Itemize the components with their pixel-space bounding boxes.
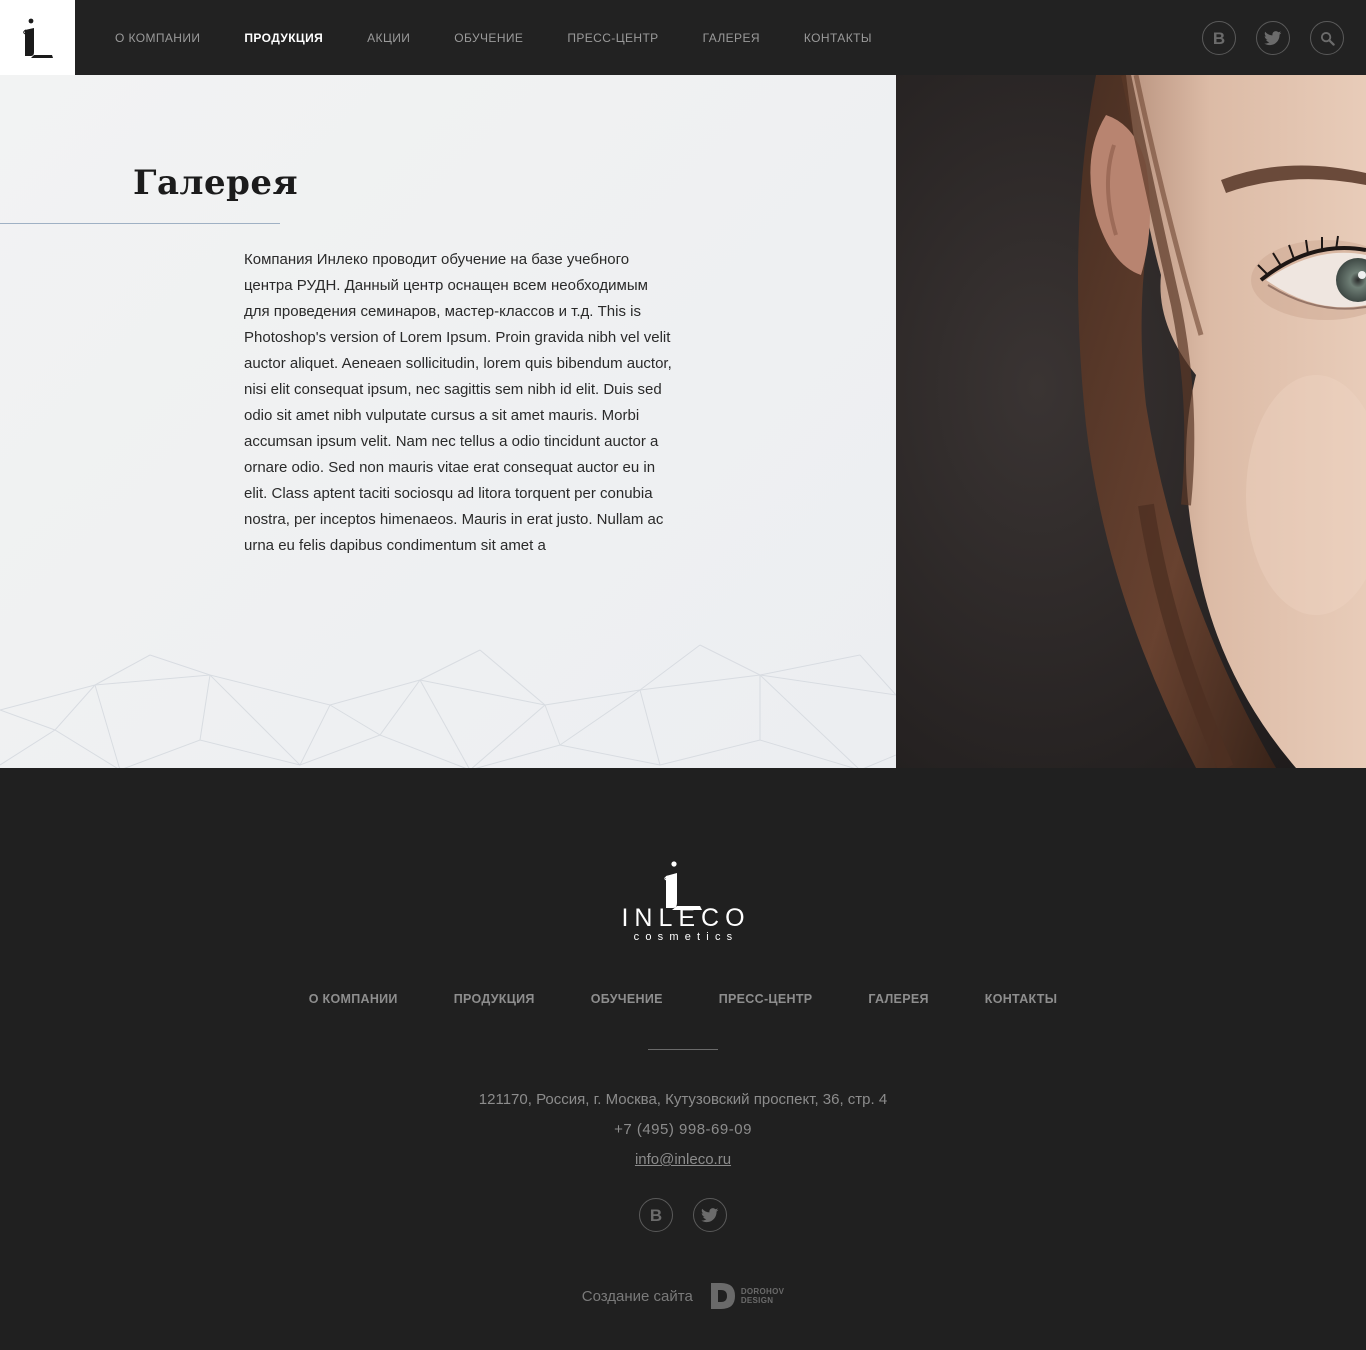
polygon-mesh-decoration bbox=[0, 644, 896, 768]
footer-nav-training[interactable]: Обучение bbox=[591, 992, 663, 1006]
nav-item-products[interactable]: Продукция bbox=[244, 31, 323, 45]
dorohov-design-logo[interactable]: DOROHOV DESIGN bbox=[710, 1283, 784, 1309]
twitter-button[interactable] bbox=[1256, 21, 1290, 55]
footer-brand-name: INLECO bbox=[621, 904, 751, 932]
dorohov-design-wordmark: DOROHOV DESIGN bbox=[741, 1287, 784, 1305]
nav-item-press[interactable]: Пресс-центр bbox=[567, 31, 658, 45]
vk-button[interactable]: В bbox=[1202, 21, 1236, 55]
credit-brand-line2: DESIGN bbox=[740, 1296, 774, 1305]
site-logo[interactable] bbox=[0, 0, 75, 75]
nav-item-training[interactable]: Обучение bbox=[454, 31, 523, 45]
header-actions: В bbox=[1182, 21, 1344, 55]
footer-email-link[interactable]: info@inleco.ru bbox=[635, 1151, 731, 1168]
logo-mark-icon bbox=[23, 18, 53, 58]
nav-item-gallery[interactable]: Галерея bbox=[703, 31, 760, 45]
intro-text: Компания Инлеко проводит обучение на баз… bbox=[244, 251, 672, 554]
footer-phone[interactable]: +7 (495) 998-69-09 bbox=[0, 1121, 1366, 1138]
title-underline bbox=[0, 223, 280, 224]
footer-nav-products[interactable]: Продукция bbox=[454, 992, 535, 1006]
hero-text-panel: Галерея Компания Инлеко проводит обучени… bbox=[0, 75, 896, 768]
footer-twitter-button[interactable] bbox=[693, 1198, 727, 1232]
site-footer: INLECO cosmetics О компании Продукция Об… bbox=[0, 768, 1366, 1350]
footer-nav-contacts[interactable]: Контакты bbox=[985, 992, 1057, 1006]
footer-nav-press[interactable]: Пресс-центр bbox=[719, 992, 813, 1006]
main-nav: О компании Продукция Акции Обучение Прес… bbox=[115, 0, 916, 75]
footer-email-line: info@inleco.ru bbox=[0, 1151, 1366, 1168]
footer-nav: О компании Продукция Обучение Пресс-цент… bbox=[0, 992, 1366, 1006]
dorohov-d-icon bbox=[710, 1283, 735, 1309]
twitter-icon bbox=[701, 1207, 719, 1222]
credit-text: Создание сайта bbox=[581, 1287, 693, 1305]
nav-item-about[interactable]: О компании bbox=[115, 31, 200, 45]
vk-icon: В bbox=[1212, 28, 1226, 48]
footer-vk-button[interactable]: В bbox=[639, 1198, 673, 1232]
nav-item-promo[interactable]: Акции bbox=[367, 31, 410, 45]
footer-brand-sub: cosmetics bbox=[633, 931, 739, 943]
hero-portrait-image bbox=[896, 75, 1366, 768]
vk-icon: В bbox=[649, 1205, 663, 1225]
credit-brand-line1: DOROHOV bbox=[740, 1287, 785, 1296]
footer-credit: Создание сайта DOROHOV DESIGN bbox=[0, 1283, 1366, 1309]
footer-divider bbox=[648, 1049, 718, 1050]
nav-item-contacts[interactable]: Контакты bbox=[804, 31, 872, 45]
hero-section: Галерея Компания Инлеко проводит обучени… bbox=[0, 75, 1366, 768]
footer-address: 121170, Россия, г. Москва, Кутузовский п… bbox=[478, 1091, 888, 1108]
search-icon bbox=[1320, 31, 1335, 46]
footer-nav-about[interactable]: О компании bbox=[309, 992, 398, 1006]
portrait-illustration bbox=[896, 75, 1366, 768]
footer-social: В bbox=[0, 1198, 1366, 1232]
footer-nav-gallery[interactable]: Галерея bbox=[868, 992, 928, 1006]
page-title: Галерея bbox=[133, 163, 299, 203]
search-button[interactable] bbox=[1310, 21, 1344, 55]
site-header: О компании Продукция Акции Обучение Прес… bbox=[0, 0, 1366, 75]
twitter-icon bbox=[1264, 30, 1282, 45]
